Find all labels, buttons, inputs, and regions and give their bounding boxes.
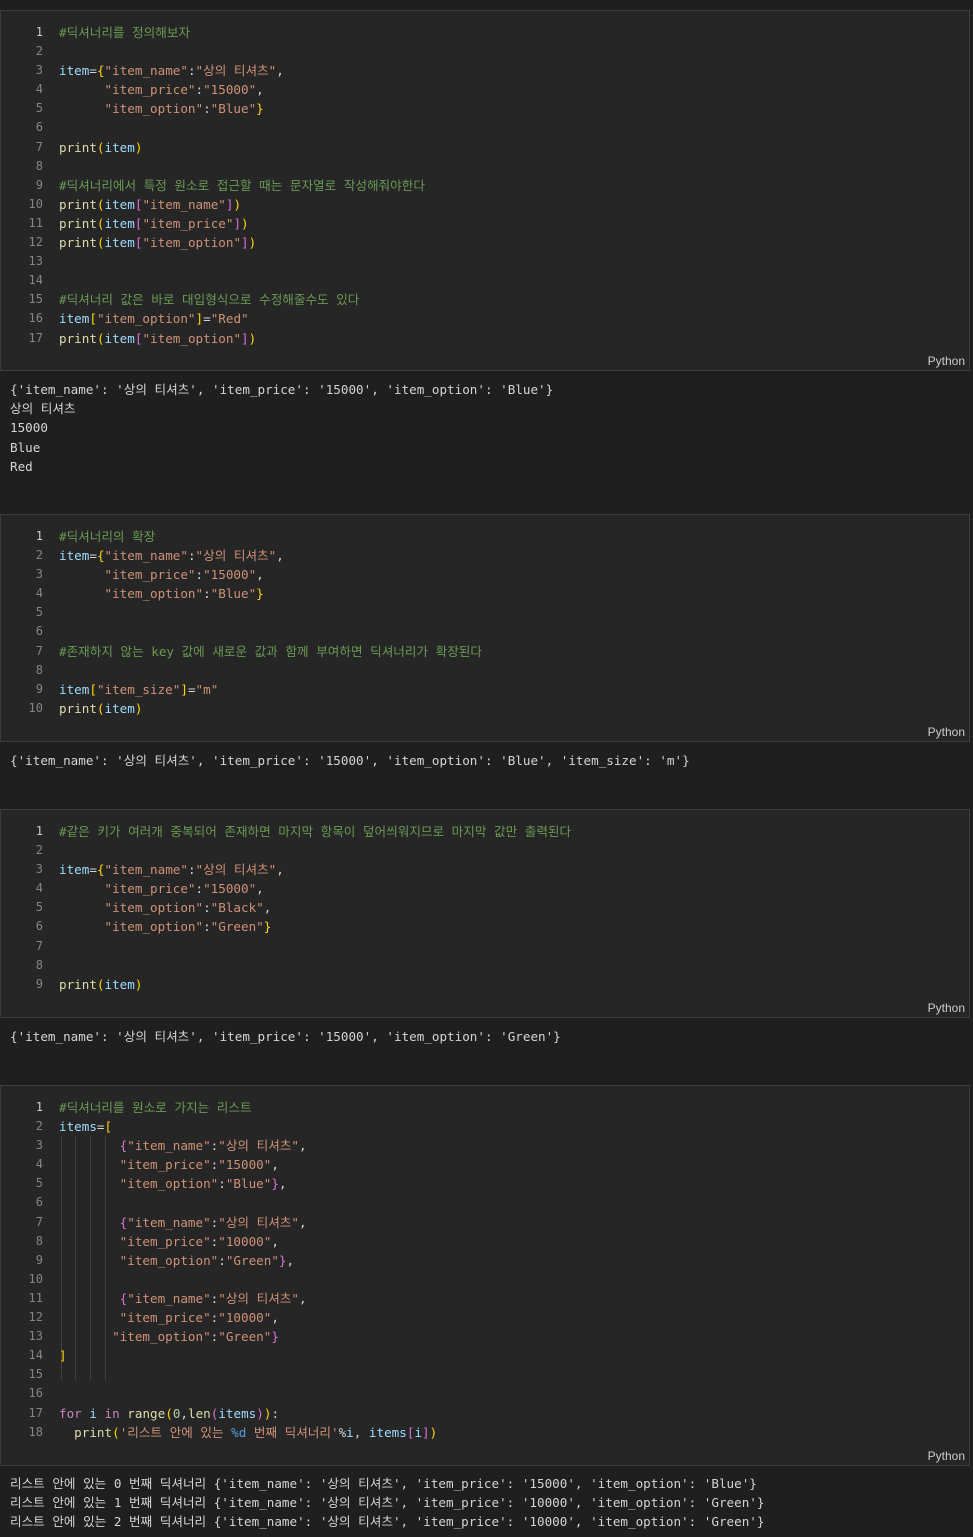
code-line[interactable]: 1 #같은 키가 여러개 중복되어 존재하면 마지막 항목이 덮어씌워지므로 마지…	[1, 822, 969, 841]
code-line[interactable]: 7 print(item)	[1, 138, 969, 157]
comment: #딕셔너리를 원소로 가지는 리스트	[59, 1100, 252, 1115]
code-line[interactable]: 13 "item_option":"Green"}	[1, 1327, 969, 1346]
code-line[interactable]: 12 print(item["item_option"])	[1, 233, 969, 252]
code-cell-3[interactable]: 1 #같은 키가 여러개 중복되어 존재하면 마지막 항목이 덮어씌워지므로 마지…	[0, 809, 970, 1018]
comment: #딕셔너리를 정의해보자	[59, 25, 191, 40]
output-line: {'item_name': '상의 티셔츠', 'item_price': '1…	[10, 382, 554, 397]
code-line[interactable]: 11 {"item_name":"상의 티셔츠",	[1, 1289, 969, 1308]
code-line[interactable]: 2 item={"item_name":"상의 티셔츠",	[1, 546, 969, 565]
code-line[interactable]: 9 "item_option":"Green"},	[1, 1251, 969, 1270]
code-line[interactable]: 1 #딕셔너리를 원소로 가지는 리스트	[1, 1098, 969, 1117]
code-line[interactable]: 18 print('리스트 안에 있는 %d 번째 딕셔너리'%i, items…	[1, 1423, 969, 1442]
code-line[interactable]: 5 "item_option":"Blue"},	[1, 1174, 969, 1193]
output-line: Blue	[10, 439, 41, 455]
code-line[interactable]: 11 print(item["item_price"])	[1, 214, 969, 233]
code-line[interactable]: 6	[1, 1193, 969, 1212]
code-line[interactable]: 16	[1, 1384, 969, 1403]
comment: #같은 키가 여러개 중복되어 존재하면 마지막 항목이 덮어씌워지므로 마지막…	[59, 824, 572, 839]
code-editor[interactable]: 1 #딕셔너리를 원소로 가지는 리스트 2 items=[ 3 {"item_na…	[1, 1098, 969, 1442]
output-line: 상의 티셔츠	[10, 401, 76, 417]
code-line[interactable]: 5 "item_option":"Black",	[1, 898, 969, 917]
comment: #딕셔너리에서 특정 원소로 접근할 때는 문자열로 작성해줘야한다	[59, 177, 425, 193]
cell-language-label[interactable]: Python	[928, 1001, 965, 1015]
code-line[interactable]: 6	[1, 622, 969, 641]
code-line[interactable]: 4 "item_option":"Blue"}	[1, 584, 969, 603]
code-editor[interactable]: 1 #딕셔너리의 확장 2 item={"item_name":"상의 티셔츠", …	[1, 527, 969, 718]
code-line[interactable]: 8 "item_price":"10000",	[1, 1232, 969, 1251]
code-line[interactable]: 10 print(item["item_name"])	[1, 195, 969, 214]
code-line[interactable]: 3 {"item_name":"상의 티셔츠",	[1, 1136, 969, 1155]
code-line[interactable]: 4 "item_price":"15000",	[1, 80, 969, 99]
code-editor[interactable]: 1 #딕셔너리를 정의해보자 2 3 item={"item_name":"상의 티…	[1, 23, 969, 348]
cell-output-2: {'item_name': '상의 티셔츠', 'item_price': '1…	[10, 751, 690, 770]
comment: #딕셔너리의 확장	[59, 529, 156, 544]
code-line[interactable]: 14	[1, 271, 969, 290]
code-line[interactable]: 4 "item_price":"15000",	[1, 879, 969, 898]
code-line[interactable]: 4 "item_price":"15000",	[1, 1155, 969, 1174]
code-line[interactable]: 16 item["item_option"]="Red"	[1, 309, 969, 328]
output-line: 15000	[10, 420, 48, 436]
code-line[interactable]: 2	[1, 841, 969, 860]
comment: #존재하지 않는 key 값에 새로운 값과 함께 부여하면 딕셔너리가 확장된…	[59, 643, 482, 659]
code-cell-4[interactable]: 1 #딕셔너리를 원소로 가지는 리스트 2 items=[ 3 {"item_na…	[0, 1085, 970, 1466]
cell-output-1: {'item_name': '상의 티셔츠', 'item_price': '1…	[10, 380, 553, 476]
code-line[interactable]: 8	[1, 956, 969, 975]
code-line[interactable]: 15	[1, 1365, 969, 1384]
code-line[interactable]: 8	[1, 661, 969, 680]
code-line[interactable]: 1 #딕셔너리를 정의해보자	[1, 23, 969, 42]
cell-output-3: {'item_name': '상의 티셔츠', 'item_price': '1…	[10, 1027, 561, 1046]
output-line: {'item_name': '상의 티셔츠', 'item_price': '1…	[10, 753, 690, 768]
code-line[interactable]: 3 "item_price":"15000",	[1, 565, 969, 584]
code-line[interactable]: 5 "item_option":"Blue"}	[1, 99, 969, 118]
output-line: Red	[10, 458, 33, 474]
code-line[interactable]: 6	[1, 118, 969, 137]
code-line[interactable]: 1 #딕셔너리의 확장	[1, 527, 969, 546]
code-line[interactable]: 7	[1, 937, 969, 956]
comment: #딕셔너리 값은 바로 대입형식으로 수정해줄수도 있다	[59, 292, 360, 308]
cell-language-label[interactable]: Python	[928, 725, 965, 739]
code-cell-1[interactable]: 1 #딕셔너리를 정의해보자 2 3 item={"item_name":"상의 티…	[0, 10, 970, 371]
code-line[interactable]: 10 print(item)	[1, 699, 969, 718]
code-line[interactable]: 3 item={"item_name":"상의 티셔츠",	[1, 860, 969, 879]
code-editor[interactable]: 1 #같은 키가 여러개 중복되어 존재하면 마지막 항목이 덮어씌워지므로 마지…	[1, 822, 969, 994]
code-line[interactable]: 3 item={"item_name":"상의 티셔츠",	[1, 61, 969, 80]
code-line[interactable]: 15 #딕셔너리 값은 바로 대입형식으로 수정해줄수도 있다	[1, 290, 969, 309]
code-line[interactable]: 13	[1, 252, 969, 271]
code-line[interactable]: 8	[1, 157, 969, 176]
output-line: 리스트 안에 있는 2 번째 딕셔너리 {'item_name': '상의 티셔…	[10, 1514, 765, 1530]
output-line: {'item_name': '상의 티셔츠', 'item_price': '1…	[10, 1029, 561, 1044]
output-line: 리스트 안에 있는 0 번째 딕셔너리 {'item_name': '상의 티셔…	[10, 1476, 757, 1491]
code-line[interactable]: 5	[1, 603, 969, 622]
code-line[interactable]: 7 #존재하지 않는 key 값에 새로운 값과 함께 부여하면 딕셔너리가 확장…	[1, 642, 969, 661]
code-line[interactable]: 7 {"item_name":"상의 티셔츠",	[1, 1213, 969, 1232]
code-line[interactable]: 17 print(item["item_option"])	[1, 329, 969, 348]
code-line[interactable]: 2 items=[	[1, 1117, 969, 1136]
code-line[interactable]: 12 "item_price":"10000",	[1, 1308, 969, 1327]
cell-output-4: 리스트 안에 있는 0 번째 딕셔너리 {'item_name': '상의 티셔…	[10, 1474, 764, 1532]
code-cell-2[interactable]: 1 #딕셔너리의 확장 2 item={"item_name":"상의 티셔츠", …	[0, 514, 970, 742]
cell-language-label[interactable]: Python	[928, 354, 965, 368]
code-line[interactable]: 9 item["item_size"]="m"	[1, 680, 969, 699]
output-line: 리스트 안에 있는 1 번째 딕셔너리 {'item_name': '상의 티셔…	[10, 1495, 765, 1511]
code-line[interactable]: 17 for i in range(0,len(items)):	[1, 1404, 969, 1423]
code-line[interactable]: 6 "item_option":"Green"}	[1, 917, 969, 936]
cell-language-label[interactable]: Python	[928, 1449, 965, 1463]
code-line[interactable]: 9 #딕셔너리에서 특정 원소로 접근할 때는 문자열로 작성해줘야한다	[1, 176, 969, 195]
code-line[interactable]: 9 print(item)	[1, 975, 969, 994]
code-line[interactable]: 14]	[1, 1346, 969, 1365]
code-line[interactable]: 10	[1, 1270, 969, 1289]
code-line[interactable]: 2	[1, 42, 969, 61]
